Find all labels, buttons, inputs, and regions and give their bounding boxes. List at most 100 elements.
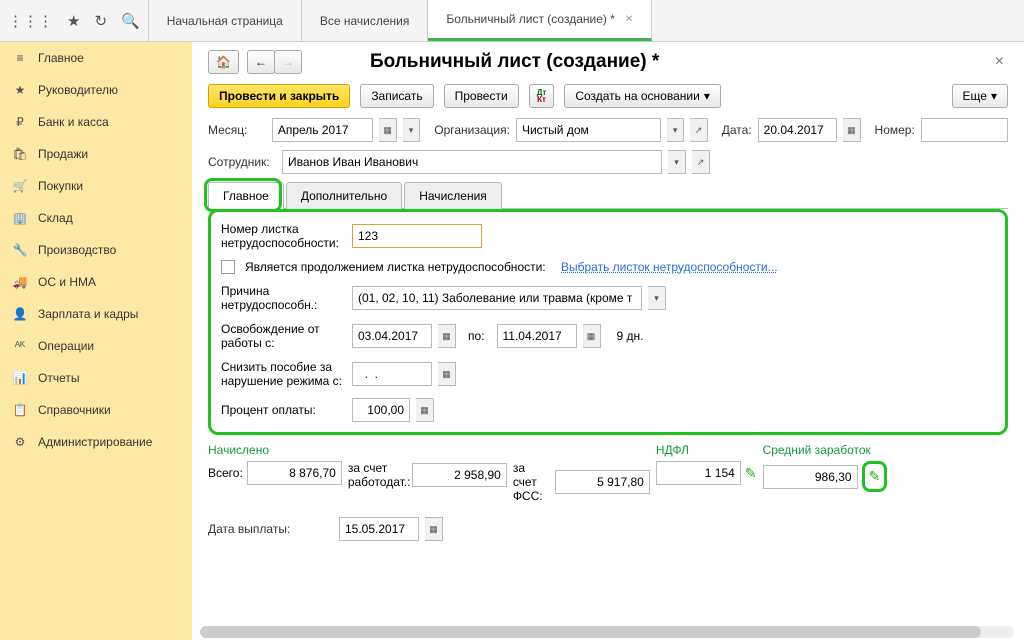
chart-icon: 📊 [12,371,28,385]
main-panel: Номер листка нетрудоспособности: Являетс… [208,209,1008,435]
list-icon: 📋 [12,403,28,417]
calendar-icon[interactable]: ▦ [379,118,396,142]
employer-value: 2 958,90 [412,463,507,487]
post-close-button[interactable]: Провести и закрыть [208,84,350,108]
cart-icon: 🛒 [12,179,28,193]
chevron-down-icon[interactable]: ▾ [648,286,666,310]
save-button[interactable]: Записать [360,84,433,108]
chevron-down-icon: ▾ [704,89,710,103]
back-button[interactable]: ← [247,50,275,74]
sidebar-item-admin[interactable]: ⚙Администрирование [0,426,192,458]
continuation-checkbox[interactable] [221,260,235,274]
dtkt-button[interactable]: ДтКт [529,84,555,108]
date-field[interactable] [758,118,837,142]
ruble-icon: ₽ [12,115,28,129]
apps-icon[interactable]: ⋮⋮⋮ [8,12,53,30]
close-icon[interactable]: ✕ [625,14,633,25]
open-icon[interactable]: ↗ [690,118,707,142]
sidebar: ≡Главное ★Руководителю ₽Банк и касса 🛍Пр… [0,42,192,640]
sidebar-item-payroll[interactable]: 👤Зарплата и кадры [0,298,192,330]
edit-avg-icon[interactable]: ✎ [869,468,881,484]
org-field[interactable] [516,118,661,142]
number-label: Номер: [875,123,915,137]
chevron-down-icon[interactable]: ▾ [668,150,686,174]
payout-date-field[interactable] [339,517,419,541]
truck-icon: 🚚 [12,275,28,289]
tab-main[interactable]: Главное [208,182,284,209]
sidebar-item-operations[interactable]: ᴬᴷОперации [0,330,192,362]
ops-icon: ᴬᴷ [12,339,28,353]
highlight-pencil: ✎ [862,461,888,492]
chevron-down-icon[interactable]: ▾ [667,118,684,142]
star-icon[interactable]: ★ [67,12,80,30]
page-title: Больничный лист (создание) * [310,51,983,73]
percent-field[interactable] [352,398,410,422]
calendar-icon[interactable]: ▦ [425,517,443,541]
reduce-label: Снизить пособие за нарушение режима с: [221,360,346,388]
spinner-icon[interactable]: ▾ [403,118,420,142]
payout-date-label: Дата выплаты: [208,522,333,536]
tab-accruals[interactable]: Начисления [404,182,502,209]
days-count: 9 дн. [617,329,644,343]
calendar-icon[interactable]: ▦ [438,324,456,348]
bag-icon: 🛍 [12,147,28,161]
calendar-icon[interactable]: ▦ [438,362,456,386]
sidebar-item-main[interactable]: ≡Главное [0,42,192,74]
tab-additional[interactable]: Дополнительно [286,182,402,209]
more-button[interactable]: Еще ▾ [952,84,1008,108]
forward-button[interactable]: → [274,50,302,74]
ndfl-label: НДФЛ [656,443,757,457]
sidebar-item-purchases[interactable]: 🛒Покупки [0,170,192,202]
close-button[interactable]: × [991,53,1008,71]
free-from-label: Освобождение от работы с: [221,322,346,350]
sidebar-item-warehouse[interactable]: 🏢Склад [0,202,192,234]
tab-home[interactable]: Начальная страница [149,0,302,41]
avg-value: 986,30 [763,465,858,489]
date-to-field[interactable] [497,324,577,348]
history-icon[interactable]: ↻ [94,12,107,30]
open-icon[interactable]: ↗ [692,150,710,174]
continuation-label: Является продолжением листка нетрудоспос… [245,260,546,274]
calendar-icon[interactable]: ▦ [583,324,601,348]
home-button[interactable]: 🏠 [208,50,239,74]
reason-field[interactable] [352,286,642,310]
horizontal-scrollbar[interactable] [200,626,1014,638]
create-based-button[interactable]: Создать на основании ▾ [564,84,721,108]
sidebar-item-reports[interactable]: 📊Отчеты [0,362,192,394]
spinner-icon[interactable]: ▦ [416,398,434,422]
sidebar-item-sales[interactable]: 🛍Продажи [0,138,192,170]
employee-field[interactable] [282,150,662,174]
reduce-field[interactable] [352,362,432,386]
calendar-icon[interactable]: ▦ [843,118,860,142]
listnumber-field[interactable] [352,224,482,248]
menu-icon: ≡ [12,51,28,65]
listnumber-label: Номер листка нетрудоспособности: [221,222,346,250]
employee-label: Сотрудник: [208,155,276,169]
edit-ndfl-icon[interactable]: ✎ [745,465,757,482]
accrued-label: Начислено [208,443,342,457]
sidebar-item-bank[interactable]: ₽Банк и касса [0,106,192,138]
tab-sickleave[interactable]: Больничный лист (создание) *✕ [428,0,652,41]
org-label: Организация: [434,123,510,137]
sidebar-item-assets[interactable]: 🚚ОС и НМА [0,266,192,298]
month-field[interactable] [272,118,374,142]
reason-label: Причина нетрудоспособн.: [221,284,346,312]
wrench-icon: 🔧 [12,243,28,257]
po-label: по: [468,329,485,343]
search-icon[interactable]: 🔍 [121,12,140,30]
number-field[interactable] [921,118,1008,142]
fss-label: за счет ФСС: [513,461,551,503]
date-from-field[interactable] [352,324,432,348]
date-label: Дата: [722,123,752,137]
post-button[interactable]: Провести [444,84,519,108]
sidebar-item-production[interactable]: 🔧Производство [0,234,192,266]
ndfl-value: 1 154 [656,461,741,485]
toolbar-icons: ⋮⋮⋮ ★ ↻ 🔍 [0,0,149,41]
gear-icon: ⚙ [12,435,28,449]
chevron-down-icon: ▾ [991,89,997,103]
tab-all-accruals[interactable]: Все начисления [302,0,429,41]
building-icon: 🏢 [12,211,28,225]
sidebar-item-manager[interactable]: ★Руководителю [0,74,192,106]
select-sheet-link[interactable]: Выбрать листок нетрудоспособности... [561,260,778,274]
sidebar-item-directories[interactable]: 📋Справочники [0,394,192,426]
